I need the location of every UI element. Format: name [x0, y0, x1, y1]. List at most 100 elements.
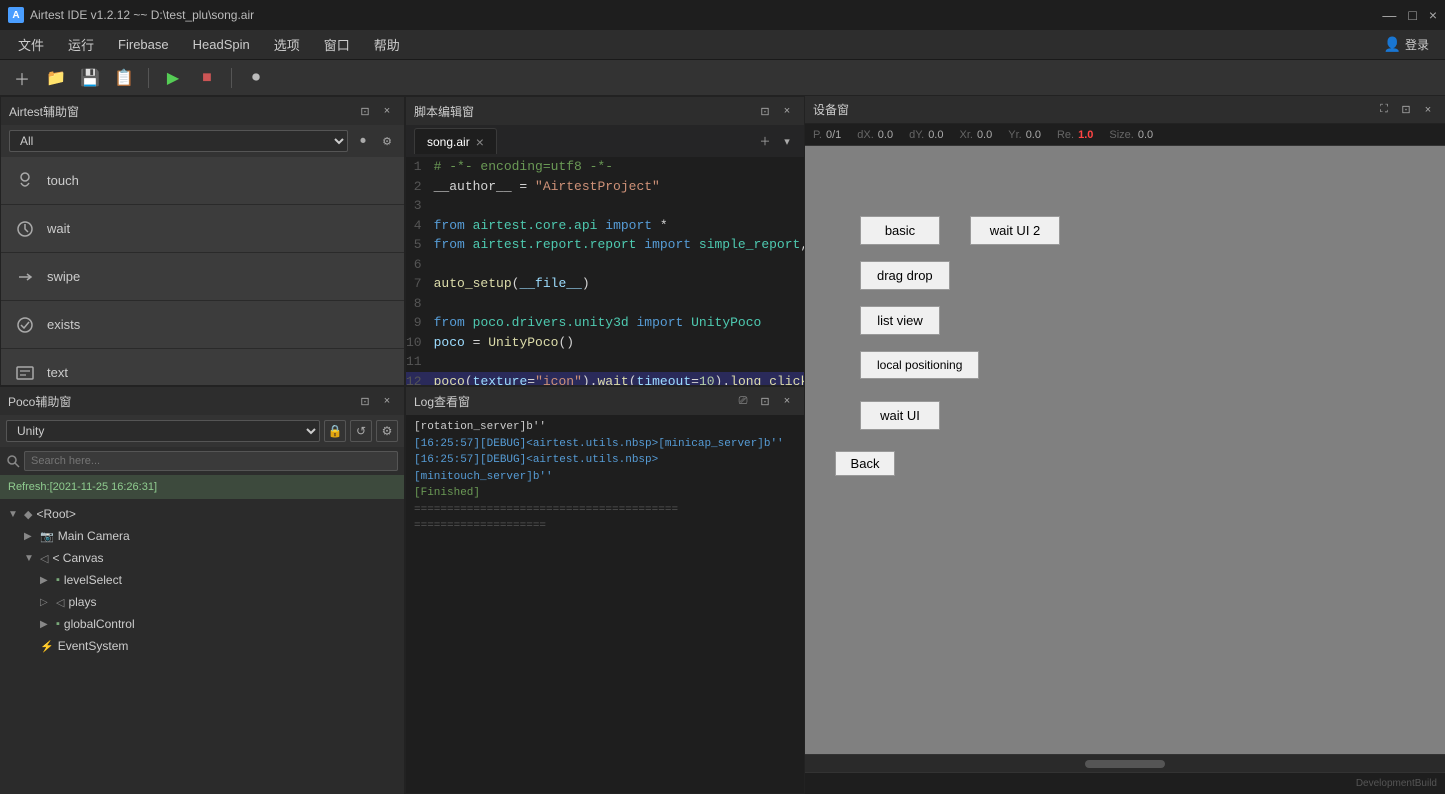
log-panel-title: Log查看窗 [414, 393, 728, 410]
login-button[interactable]: 👤 登录 [1376, 32, 1437, 57]
coord-xr: Xr. 0.0 [959, 129, 992, 141]
device-close-btn[interactable]: × [1419, 101, 1437, 119]
poco-refresh-text: Refresh:[2021-11-25 16:26:31] [8, 481, 157, 493]
airtest-settings-btn[interactable]: ⚙ [378, 132, 396, 150]
toolbar: ＋ 📁 💾 📋 ▶ ■ ⏺ [0, 60, 1445, 96]
poco-settings-btn[interactable]: ⚙ [376, 420, 398, 442]
camera-node-icon: 📷 [40, 530, 54, 543]
airtest-item-touch[interactable]: touch [1, 157, 404, 205]
record-button[interactable]: ⏺ [242, 64, 270, 92]
code-line-12: 12 poco(texture="icon").wait(timeout=10)… [406, 372, 804, 386]
tree-item-globalcontrol[interactable]: ▶ ▪ globalControl [0, 613, 404, 635]
exists-icon [13, 313, 37, 337]
device-fullscreen-btn[interactable]: ⛶ [1375, 101, 1393, 119]
editor-menu-btn[interactable]: ▾ [778, 132, 796, 150]
wait-icon [13, 217, 37, 241]
editor-add-tab-btn[interactable]: ＋ [756, 132, 774, 150]
editor-panel-header: 脚本编辑窗 ⊡ × [406, 97, 804, 125]
coord-size: Size. 0.0 [1109, 129, 1153, 141]
airtest-item-wait[interactable]: wait [1, 205, 404, 253]
code-line-5: 5 from airtest.report.report import simp… [406, 235, 804, 255]
code-line-4: 4 from airtest.core.api import * [406, 216, 804, 236]
tree-item-levelselect[interactable]: ▶ ▪ levelSelect [0, 569, 404, 591]
unity-btn-wait-ui-2[interactable]: wait UI 2 [970, 216, 1060, 245]
levelselect-expand-icon: ▶ [40, 575, 52, 586]
airtest-category-select[interactable]: All [9, 130, 348, 152]
airtest-panel-close-btn[interactable]: × [378, 102, 396, 120]
tree-item-eventsystem[interactable]: ⚡ EventSystem [0, 635, 404, 657]
airtest-item-exists[interactable]: exists [1, 301, 404, 349]
tree-item-canvas[interactable]: ▼ ◁ < Canvas [0, 547, 404, 569]
log-panel: Log查看窗 ⎚ ⊡ × [rotation_server]b'' [16:25… [405, 386, 805, 794]
poco-panel-expand-btn[interactable]: ⊡ [356, 392, 374, 410]
root-expand-icon: ▼ [8, 509, 20, 520]
toolbar-separator-1 [148, 68, 149, 88]
poco-panel-header: Poco辅助窗 ⊡ × [0, 387, 404, 415]
tree-item-main-camera[interactable]: ▶ 📷 Main Camera [0, 525, 404, 547]
log-clear-btn[interactable]: ⎚ [734, 392, 752, 410]
airtest-item-text-label: text [47, 365, 68, 380]
airtest-record-btn[interactable]: ⏺ [354, 132, 372, 150]
poco-refresh-btn[interactable]: ↺ [350, 420, 372, 442]
airtest-item-swipe[interactable]: swipe [1, 253, 404, 301]
menu-help[interactable]: 帮助 [364, 31, 410, 58]
menu-window[interactable]: 窗口 [314, 31, 360, 58]
menu-options[interactable]: 选项 [264, 31, 310, 58]
device-panel-title: 设备窗 [813, 101, 1369, 118]
menu-firebase[interactable]: Firebase [108, 33, 179, 56]
editor-code-area[interactable]: 1 # -*- encoding=utf8 -*- 2 __author__ =… [406, 157, 804, 385]
tree-item-plays[interactable]: ▷ ◁ plays [0, 591, 404, 613]
new-file-button[interactable]: ＋ [8, 64, 36, 92]
unity-btn-local-positioning[interactable]: local positioning [860, 351, 979, 379]
scrollbar-thumb-h[interactable] [1085, 760, 1165, 768]
unity-btn-back[interactable]: Back [835, 451, 895, 476]
poco-engine-select[interactable]: Unity [6, 420, 320, 442]
canvas-node-icon: ◁ [40, 552, 48, 565]
editor-tab-song[interactable]: song.air × [414, 128, 497, 154]
close-btn[interactable]: × [1429, 7, 1437, 23]
unity-btn-list-view[interactable]: list view [860, 306, 940, 335]
code-line-7: 7 auto_setup(__file__) [406, 274, 804, 294]
code-line-10: 10 poco = UnityPoco() [406, 333, 804, 353]
search-icon [6, 454, 20, 468]
airtest-item-text[interactable]: text [1, 349, 404, 385]
editor-expand-btn[interactable]: ⊡ [756, 102, 774, 120]
poco-panel-close-btn[interactable]: × [378, 392, 396, 410]
unity-btn-basic[interactable]: basic [860, 216, 940, 245]
minimize-btn[interactable]: — [1382, 7, 1396, 23]
device-expand-btn[interactable]: ⊡ [1397, 101, 1415, 119]
poco-search-input[interactable] [24, 451, 398, 471]
swipe-icon [13, 265, 37, 289]
poco-lock-btn[interactable]: 🔒 [324, 420, 346, 442]
menu-headspin[interactable]: HeadSpin [183, 33, 260, 56]
save-button[interactable]: 💾 [76, 64, 104, 92]
maximize-btn[interactable]: □ [1408, 7, 1416, 23]
tree-item-root[interactable]: ▼ ◆ <Root> [0, 503, 404, 525]
editor-close-btn[interactable]: × [778, 102, 796, 120]
unity-btn-wait-ui[interactable]: wait UI [860, 401, 940, 430]
device-screen: basic wait UI 2 drag drop list view loca… [805, 146, 1445, 754]
poco-panel-title: Poco辅助窗 [8, 393, 350, 410]
device-scrollbar-h[interactable] [805, 754, 1445, 772]
log-close-btn[interactable]: × [778, 392, 796, 410]
menu-run[interactable]: 运行 [58, 31, 104, 58]
code-line-1: 1 # -*- encoding=utf8 -*- [406, 157, 804, 177]
unity-btn-drag-drop[interactable]: drag drop [860, 261, 950, 290]
globalcontrol-node-icon: ▪ [56, 618, 60, 630]
open-file-button[interactable]: 📁 [42, 64, 70, 92]
window-controls[interactable]: — □ × [1382, 7, 1437, 23]
log-content-area[interactable]: [rotation_server]b'' [16:25:57][DEBUG]<a… [406, 415, 804, 793]
airtest-panel-expand-btn[interactable]: ⊡ [356, 102, 374, 120]
log-expand-btn[interactable]: ⊡ [756, 392, 774, 410]
log-separator-1: ======================================== [414, 502, 796, 519]
run-button[interactable]: ▶ [159, 64, 187, 92]
save-as-button[interactable]: 📋 [110, 64, 138, 92]
menu-file[interactable]: 文件 [8, 31, 54, 58]
airtest-item-exists-label: exists [47, 317, 80, 332]
tree-item-root-label: <Root> [36, 507, 75, 521]
stop-button[interactable]: ■ [193, 64, 221, 92]
coord-dx: dX. 0.0 [857, 129, 893, 141]
tab-close-btn[interactable]: × [476, 134, 484, 150]
code-line-9: 9 from poco.drivers.unity3d import Unity… [406, 313, 804, 333]
airtest-item-swipe-label: swipe [47, 269, 80, 284]
